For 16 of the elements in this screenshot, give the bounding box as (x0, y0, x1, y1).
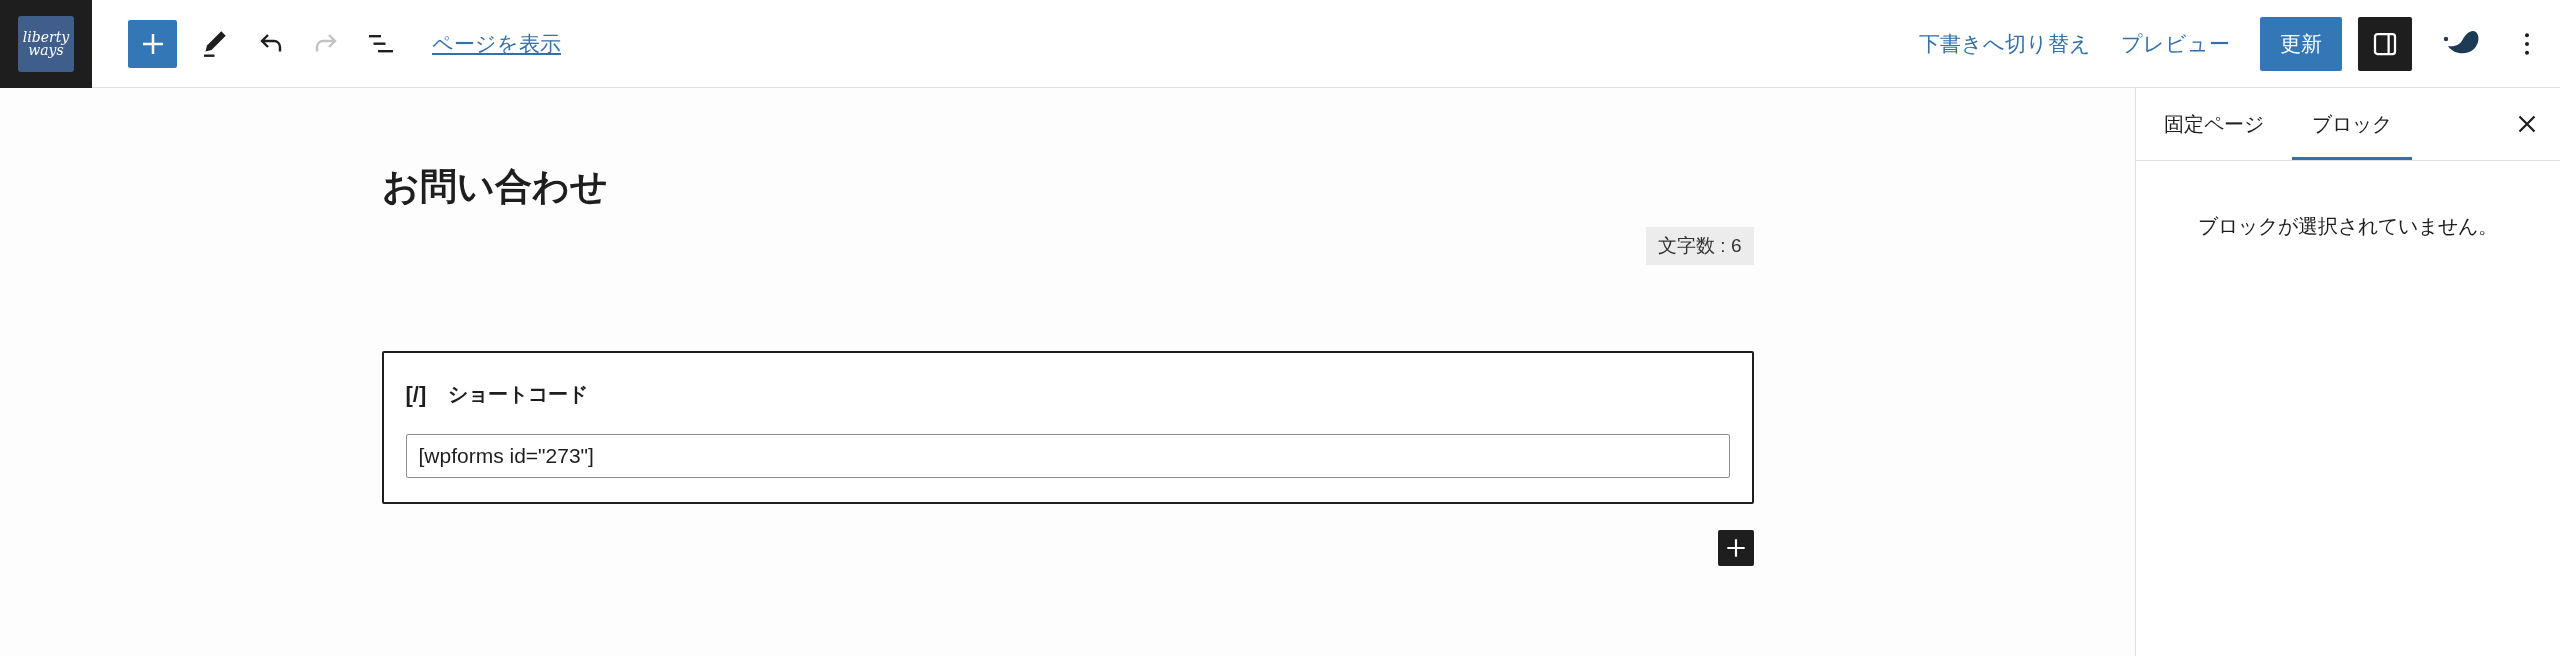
site-logo[interactable]: liberty ways (18, 15, 74, 72)
block-label: ショートコード (448, 382, 589, 407)
no-block-message: ブロックが選択されていません。 (2197, 214, 2499, 239)
preview-link[interactable]: プレビュー (2121, 29, 2230, 58)
shortcode-icon: [/] (405, 381, 427, 408)
sidebar-tab[interactable]: 固定ページ (2144, 88, 2284, 160)
shortcode-block[interactable]: [/] ショートコード [wpforms id="273"] (381, 351, 1754, 504)
shortcode-input[interactable]: [wpforms id="273"] (405, 434, 1730, 478)
sidebar-tab[interactable]: ブロック (2292, 88, 2412, 160)
switch-to-draft-link[interactable]: 下書きへ切り替え (1919, 29, 2091, 58)
page-title[interactable]: お問い合わせ (381, 162, 608, 210)
update-button[interactable]: 更新 (2260, 16, 2342, 71)
word-count: 文字数 : 6 (1646, 227, 1754, 265)
settings-toggle-button[interactable] (2358, 16, 2412, 71)
view-page-link[interactable]: ページを表示 (432, 29, 561, 58)
add-block-button[interactable] (1717, 530, 1754, 566)
